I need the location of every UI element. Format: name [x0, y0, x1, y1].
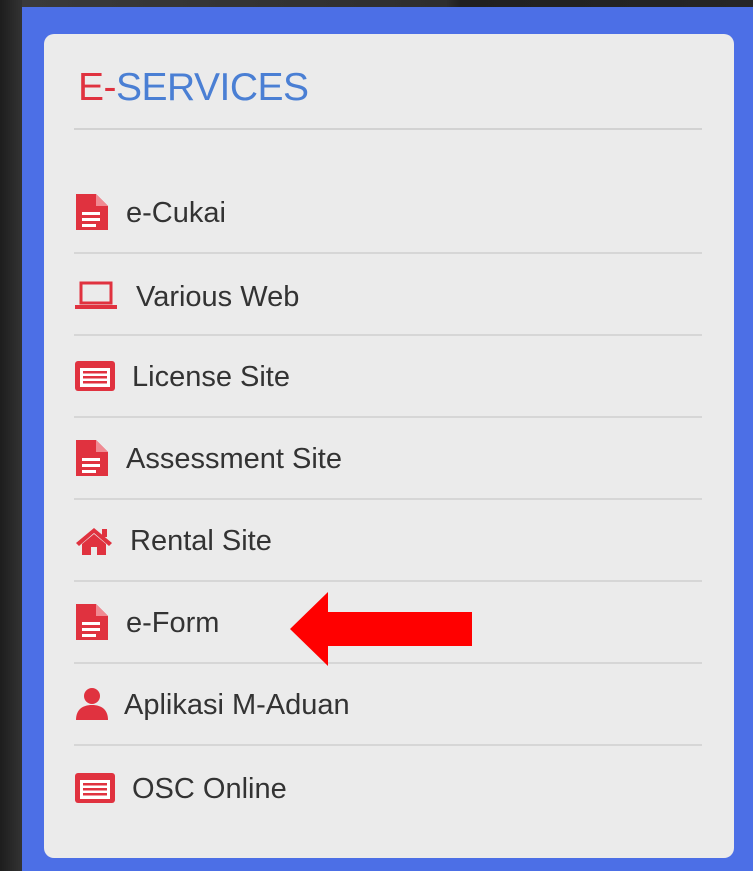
menu-item-various-web[interactable]: Various Web: [74, 254, 702, 336]
menu-item-osc-online[interactable]: OSC Online: [74, 746, 702, 828]
menu-item-label: e-Cukai: [126, 197, 226, 229]
menu-item-label: Various Web: [136, 281, 300, 313]
menu-item-label: License Site: [132, 361, 290, 393]
menu-item-e-cukai[interactable]: e-Cukai: [74, 172, 702, 254]
background-edge: [0, 0, 22, 871]
file-text-icon: [74, 602, 110, 647]
list-alt-icon: [74, 360, 116, 397]
menu-item-label: e-Form: [126, 607, 220, 639]
menu-item-aplikasi-m-aduan[interactable]: Aplikasi M-Aduan: [74, 664, 702, 746]
menu-item-rental-site[interactable]: Rental Site: [74, 500, 702, 582]
home-icon: [74, 526, 114, 561]
left-arrow-icon: [290, 592, 472, 666]
panel-title-prefix: E-: [78, 66, 117, 109]
menu-item-label: OSC Online: [132, 773, 287, 805]
menu-item-assessment-site[interactable]: Assessment Site: [74, 418, 702, 500]
menu-item-license-site[interactable]: License Site: [74, 336, 702, 418]
file-text-icon: [74, 192, 110, 237]
file-text-icon: [74, 438, 110, 483]
title-divider: [74, 128, 702, 130]
menu-item-label: Aplikasi M-Aduan: [124, 689, 350, 721]
menu-item-label: Rental Site: [130, 525, 272, 557]
list-alt-icon: [74, 772, 116, 809]
user-icon: [74, 686, 110, 727]
panel-title: E-SERVICES: [78, 64, 309, 112]
panel-title-rest: SERVICES: [116, 66, 309, 109]
menu-item-label: Assessment Site: [126, 443, 342, 475]
laptop-icon: [74, 280, 118, 317]
